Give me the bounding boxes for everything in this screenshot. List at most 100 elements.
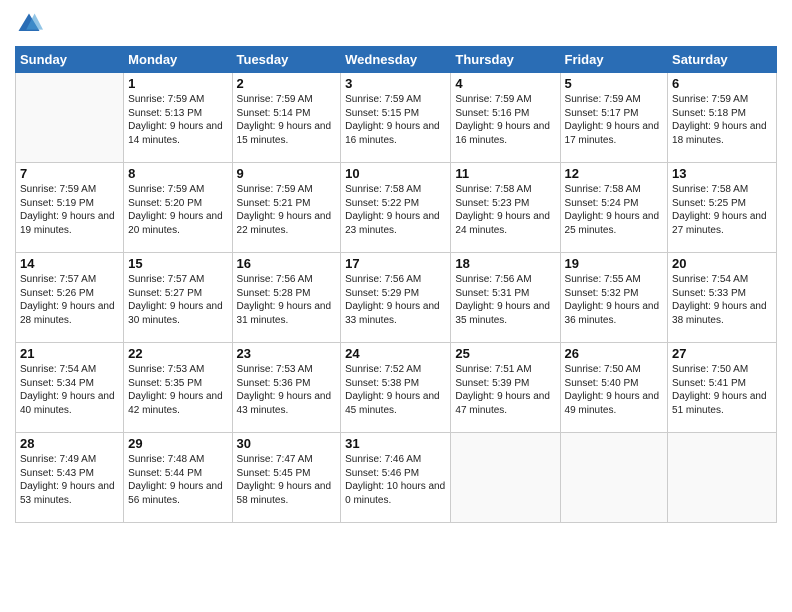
day-info: Sunrise: 7:59 AMSunset: 5:18 PMDaylight:…	[672, 93, 772, 147]
day-number: 1	[128, 76, 227, 91]
day-info: Sunrise: 7:59 AMSunset: 5:13 PMDaylight:…	[128, 93, 227, 147]
day-number: 6	[672, 76, 772, 91]
calendar-day-cell	[451, 433, 560, 523]
day-number: 14	[20, 256, 119, 271]
day-info: Sunrise: 7:56 AMSunset: 5:29 PMDaylight:…	[345, 273, 446, 327]
calendar-day-cell: 21Sunrise: 7:54 AMSunset: 5:34 PMDayligh…	[16, 343, 124, 433]
calendar-day-cell: 12 Sunrise: 7:58 AMSunset: 5:24 PMDayligh…	[560, 163, 668, 253]
day-info: Sunrise: 7:54 AMSunset: 5:34 PMDaylight:…	[20, 363, 119, 417]
day-info: Sunrise: 7:59 AMSunset: 5:16 PMDaylight:…	[455, 93, 555, 147]
day-info: Sunrise: 7:59 AMSunset: 5:17 PMDaylight:…	[565, 93, 664, 147]
day-of-week-monday: Monday	[124, 47, 232, 73]
day-of-week-tuesday: Tuesday	[232, 47, 341, 73]
day-info: Sunrise: 7:59 AMSunset: 5:19 PMDaylight:…	[20, 183, 119, 237]
day-info: Sunrise: 7:59 AMSunset: 5:20 PMDaylight:…	[128, 183, 227, 237]
day-info: Sunrise: 7:58 AMSunset: 5:23 PMDaylight:…	[455, 183, 555, 237]
calendar-day-cell	[16, 73, 124, 163]
day-info: Sunrise: 7:52 AMSunset: 5:38 PMDaylight:…	[345, 363, 446, 417]
day-number: 10	[345, 166, 446, 181]
calendar-day-cell: 20Sunrise: 7:54 AMSunset: 5:33 PMDayligh…	[668, 253, 777, 343]
day-number: 15	[128, 256, 227, 271]
day-number: 31	[345, 436, 446, 451]
day-number: 4	[455, 76, 555, 91]
day-number: 5	[565, 76, 664, 91]
logo	[15, 10, 45, 38]
day-number: 29	[128, 436, 227, 451]
page-header	[15, 10, 777, 38]
day-info: Sunrise: 7:50 AMSunset: 5:40 PMDaylight:…	[565, 363, 664, 417]
day-number: 28	[20, 436, 119, 451]
calendar-day-cell: 15 Sunrise: 7:57 AMSunset: 5:27 PMDayligh…	[124, 253, 232, 343]
day-info: Sunrise: 7:59 AMSunset: 5:15 PMDaylight:…	[345, 93, 446, 147]
day-number: 19	[565, 256, 664, 271]
calendar-header-row: SundayMondayTuesdayWednesdayThursdayFrid…	[16, 47, 777, 73]
calendar-day-cell: 31 Sunrise: 7:46 AMSunset: 5:46 PMDayligh…	[341, 433, 451, 523]
day-info: Sunrise: 7:59 AMSunset: 5:21 PMDaylight:…	[237, 183, 337, 237]
day-info: Sunrise: 7:58 AMSunset: 5:22 PMDaylight:…	[345, 183, 446, 237]
calendar-day-cell: 19 Sunrise: 7:55 AMSunset: 5:32 PMDayligh…	[560, 253, 668, 343]
day-number: 8	[128, 166, 227, 181]
day-info: Sunrise: 7:56 AMSunset: 5:31 PMDaylight:…	[455, 273, 555, 327]
day-number: 13	[672, 166, 772, 181]
calendar-day-cell	[560, 433, 668, 523]
day-number: 20	[672, 256, 772, 271]
day-info: Sunrise: 7:57 AMSunset: 5:26 PMDaylight:…	[20, 273, 119, 327]
day-number: 26	[565, 346, 664, 361]
day-number: 25	[455, 346, 555, 361]
calendar-day-cell: 23 Sunrise: 7:53 AMSunset: 5:36 PMDayligh…	[232, 343, 341, 433]
day-number: 24	[345, 346, 446, 361]
day-info: Sunrise: 7:48 AMSunset: 5:44 PMDaylight:…	[128, 453, 227, 507]
calendar-day-cell	[668, 433, 777, 523]
day-number: 16	[237, 256, 337, 271]
calendar-week-row: 21Sunrise: 7:54 AMSunset: 5:34 PMDayligh…	[16, 343, 777, 433]
calendar-day-cell: 7 Sunrise: 7:59 AMSunset: 5:19 PMDaylight…	[16, 163, 124, 253]
day-of-week-sunday: Sunday	[16, 47, 124, 73]
calendar-day-cell: 6 Sunrise: 7:59 AMSunset: 5:18 PMDaylight…	[668, 73, 777, 163]
day-number: 9	[237, 166, 337, 181]
calendar-day-cell: 2 Sunrise: 7:59 AMSunset: 5:14 PMDaylight…	[232, 73, 341, 163]
calendar-day-cell: 8 Sunrise: 7:59 AMSunset: 5:20 PMDaylight…	[124, 163, 232, 253]
day-info: Sunrise: 7:58 AMSunset: 5:24 PMDaylight:…	[565, 183, 664, 237]
calendar-day-cell: 10 Sunrise: 7:58 AMSunset: 5:22 PMDayligh…	[341, 163, 451, 253]
calendar-day-cell: 5 Sunrise: 7:59 AMSunset: 5:17 PMDaylight…	[560, 73, 668, 163]
day-number: 12	[565, 166, 664, 181]
calendar-day-cell: 25 Sunrise: 7:51 AMSunset: 5:39 PMDayligh…	[451, 343, 560, 433]
day-info: Sunrise: 7:49 AMSunset: 5:43 PMDaylight:…	[20, 453, 119, 507]
day-info: Sunrise: 7:55 AMSunset: 5:32 PMDaylight:…	[565, 273, 664, 327]
day-info: Sunrise: 7:53 AMSunset: 5:36 PMDaylight:…	[237, 363, 337, 417]
day-number: 27	[672, 346, 772, 361]
day-info: Sunrise: 7:57 AMSunset: 5:27 PMDaylight:…	[128, 273, 227, 327]
calendar-day-cell: 9 Sunrise: 7:59 AMSunset: 5:21 PMDaylight…	[232, 163, 341, 253]
day-info: Sunrise: 7:50 AMSunset: 5:41 PMDaylight:…	[672, 363, 772, 417]
day-number: 2	[237, 76, 337, 91]
calendar-day-cell: 16 Sunrise: 7:56 AMSunset: 5:28 PMDayligh…	[232, 253, 341, 343]
calendar-day-cell: 14 Sunrise: 7:57 AMSunset: 5:26 PMDayligh…	[16, 253, 124, 343]
day-number: 23	[237, 346, 337, 361]
calendar-day-cell: 3 Sunrise: 7:59 AMSunset: 5:15 PMDaylight…	[341, 73, 451, 163]
calendar-day-cell: 17 Sunrise: 7:56 AMSunset: 5:29 PMDayligh…	[341, 253, 451, 343]
day-info: Sunrise: 7:51 AMSunset: 5:39 PMDaylight:…	[455, 363, 555, 417]
logo-icon	[15, 10, 43, 38]
calendar-week-row: 14 Sunrise: 7:57 AMSunset: 5:26 PMDayligh…	[16, 253, 777, 343]
calendar-day-cell: 22Sunrise: 7:53 AMSunset: 5:35 PMDayligh…	[124, 343, 232, 433]
calendar-week-row: 28 Sunrise: 7:49 AMSunset: 5:43 PMDayligh…	[16, 433, 777, 523]
calendar-day-cell: 4 Sunrise: 7:59 AMSunset: 5:16 PMDaylight…	[451, 73, 560, 163]
day-info: Sunrise: 7:46 AMSunset: 5:46 PMDaylight:…	[345, 453, 446, 507]
calendar-day-cell: 27 Sunrise: 7:50 AMSunset: 5:41 PMDayligh…	[668, 343, 777, 433]
day-number: 7	[20, 166, 119, 181]
day-number: 22	[128, 346, 227, 361]
day-of-week-thursday: Thursday	[451, 47, 560, 73]
day-info: Sunrise: 7:59 AMSunset: 5:14 PMDaylight:…	[237, 93, 337, 147]
day-info: Sunrise: 7:58 AMSunset: 5:25 PMDaylight:…	[672, 183, 772, 237]
day-number: 17	[345, 256, 446, 271]
calendar-day-cell: 29 Sunrise: 7:48 AMSunset: 5:44 PMDayligh…	[124, 433, 232, 523]
calendar-day-cell: 18Sunrise: 7:56 AMSunset: 5:31 PMDayligh…	[451, 253, 560, 343]
day-number: 11	[455, 166, 555, 181]
calendar-day-cell: 26 Sunrise: 7:50 AMSunset: 5:40 PMDayligh…	[560, 343, 668, 433]
calendar-day-cell: 11 Sunrise: 7:58 AMSunset: 5:23 PMDayligh…	[451, 163, 560, 253]
day-info: Sunrise: 7:56 AMSunset: 5:28 PMDaylight:…	[237, 273, 337, 327]
calendar-day-cell: 13 Sunrise: 7:58 AMSunset: 5:25 PMDayligh…	[668, 163, 777, 253]
calendar-day-cell: 30Sunrise: 7:47 AMSunset: 5:45 PMDayligh…	[232, 433, 341, 523]
calendar-day-cell: 28 Sunrise: 7:49 AMSunset: 5:43 PMDayligh…	[16, 433, 124, 523]
day-number: 3	[345, 76, 446, 91]
